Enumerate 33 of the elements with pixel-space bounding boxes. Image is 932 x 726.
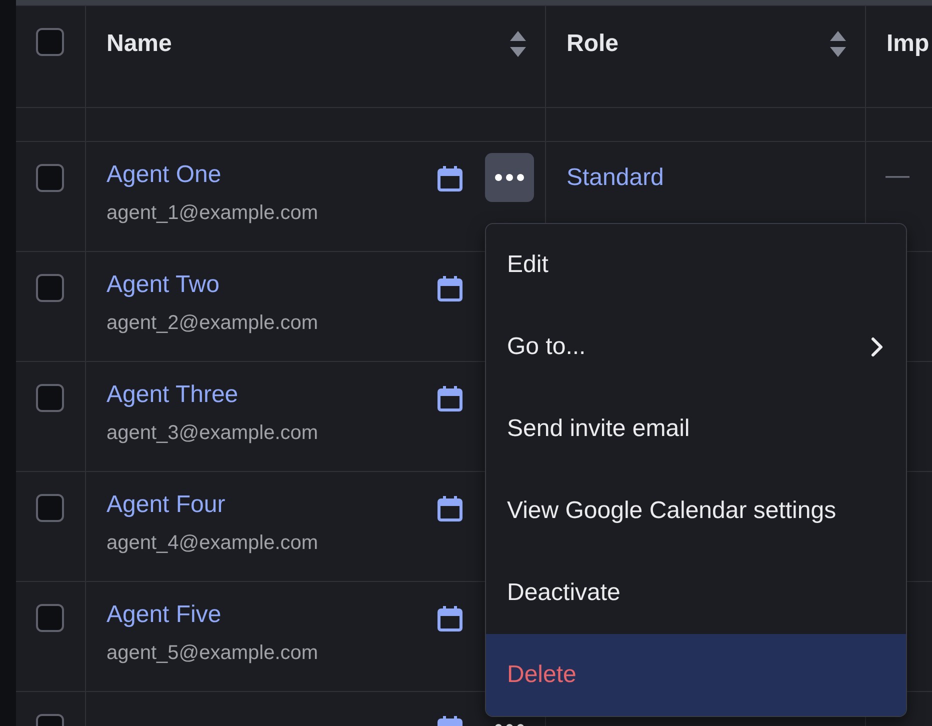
menu-item[interactable]: Edit [486, 224, 906, 306]
agent-name[interactable]: Agent Three [106, 380, 318, 410]
chevron-right-icon [870, 336, 884, 358]
agent-email: agent_5@example.com [106, 641, 318, 666]
column-header[interactable]: Name [106, 26, 172, 62]
calendar-icon [436, 166, 462, 192]
calendar-icon [436, 386, 462, 412]
column-header[interactable]: Role [566, 26, 619, 62]
agent-email: agent_3@example.com [106, 421, 318, 446]
column-header: Imp [886, 29, 930, 59]
agent-email: agent_1@example.com [106, 201, 318, 226]
more-button[interactable] [484, 153, 534, 202]
checkbox[interactable] [36, 384, 64, 412]
menu-item[interactable]: Go to... [486, 306, 906, 388]
checkbox[interactable] [36, 604, 64, 632]
menu-item[interactable]: Delete [486, 634, 906, 716]
calendar-icon [436, 276, 462, 302]
agent-email: agent_2@example.com [106, 311, 318, 336]
agent-name[interactable]: Agent Two [106, 270, 318, 300]
agent-name[interactable]: Agent One [106, 160, 318, 190]
menu-item[interactable]: View Google Calendar settings [486, 470, 906, 552]
agent-name[interactable]: Agent Four [106, 490, 318, 520]
calendar-icon [436, 496, 462, 522]
agent-name[interactable]: Agent Five [106, 600, 318, 630]
agent-email: agent_4@example.com [106, 531, 318, 556]
checkbox[interactable] [36, 164, 64, 192]
checkbox[interactable] [36, 28, 64, 56]
table-cell-text: — [884, 161, 910, 191]
menu-item[interactable]: Send invite email [486, 388, 906, 470]
checkbox[interactable] [36, 274, 64, 302]
checkbox[interactable] [36, 494, 64, 522]
menu-item[interactable]: Deactivate [486, 552, 906, 634]
calendar-icon [436, 606, 462, 632]
